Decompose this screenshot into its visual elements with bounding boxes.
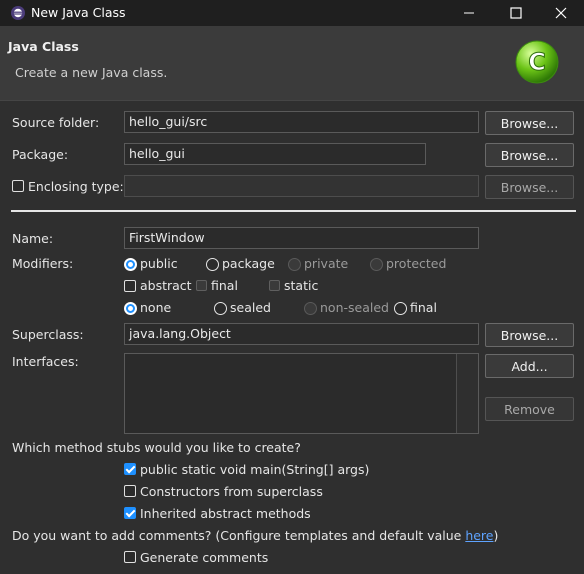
package-label: Package: <box>12 147 69 162</box>
modifier-final-label: final <box>211 278 238 293</box>
modifier-public-label: public <box>140 256 178 271</box>
configure-templates-link[interactable]: here <box>465 528 493 543</box>
modifier-package-label: package <box>222 256 275 271</box>
source-folder-field[interactable]: hello_gui/src <box>124 111 479 133</box>
interfaces-list[interactable] <box>124 353 479 434</box>
section-divider <box>11 210 576 212</box>
modifier-public-radio[interactable] <box>124 258 137 271</box>
enclosing-type-label: Enclosing type: <box>28 179 124 194</box>
modifier-protected-radio[interactable] <box>370 258 383 271</box>
close-icon <box>555 7 567 19</box>
sealing-none-radio[interactable] <box>124 302 137 315</box>
main-method-checkbox[interactable] <box>124 463 136 475</box>
maximize-button[interactable] <box>493 0 539 26</box>
modifier-protected-label: protected <box>386 256 447 271</box>
interfaces-label: Interfaces: <box>12 354 79 369</box>
modifier-package-radio[interactable] <box>206 258 219 271</box>
modifier-abstract-checkbox[interactable] <box>124 280 136 292</box>
comments-question-text: Do you want to add comments? (Configure … <box>12 528 466 543</box>
inherited-methods-checkbox[interactable] <box>124 507 136 519</box>
comments-question: Do you want to add comments? (Configure … <box>12 528 498 543</box>
browse-label: Browse... <box>500 115 559 131</box>
eclipse-app-icon <box>11 6 25 20</box>
minimize-icon <box>464 12 474 14</box>
sealing-non-sealed-radio[interactable] <box>304 302 317 315</box>
enclosing-type-field[interactable] <box>124 175 479 197</box>
generate-comments-label: Generate comments <box>140 550 269 565</box>
sealing-none-label: none <box>140 300 172 315</box>
add-label: Add... <box>511 358 548 374</box>
add-interface-button[interactable]: Add... <box>485 354 574 378</box>
source-folder-label: Source folder: <box>12 115 100 130</box>
browse-label: Browse... <box>500 147 559 163</box>
inherited-methods-label: Inherited abstract methods <box>140 506 311 521</box>
modifier-abstract-label: abstract <box>140 278 192 293</box>
wizard-description: Create a new Java class. <box>15 65 168 80</box>
superclass-browse-button[interactable]: Browse... <box>485 323 574 347</box>
sealing-final-radio[interactable] <box>394 302 407 315</box>
source-folder-browse-button[interactable]: Browse... <box>485 111 574 135</box>
name-field[interactable]: FirstWindow <box>124 227 479 249</box>
modifier-static-checkbox[interactable] <box>269 280 280 291</box>
constructors-checkbox[interactable] <box>124 485 136 497</box>
modifier-final-checkbox[interactable] <box>196 280 207 291</box>
constructors-label: Constructors from superclass <box>140 484 323 499</box>
comments-question-suffix: ) <box>493 528 499 543</box>
title-bar: New Java Class <box>0 0 584 26</box>
modifier-private-radio[interactable] <box>288 258 301 271</box>
remove-interface-button[interactable]: Remove <box>485 397 574 421</box>
sealing-final-label: final <box>410 300 437 315</box>
wizard-header: Java Class Create a new Java class. C <box>0 26 584 101</box>
package-browse-button[interactable]: Browse... <box>485 143 574 167</box>
enclosing-type-checkbox[interactable] <box>12 180 24 192</box>
window-title: New Java Class <box>31 5 126 20</box>
header-separator <box>0 100 584 101</box>
close-button[interactable] <box>538 0 584 26</box>
java-class-badge-icon: C <box>515 40 559 84</box>
sealing-sealed-label: sealed <box>230 300 271 315</box>
modifier-private-label: private <box>304 256 349 271</box>
method-stubs-question: Which method stubs would you like to cre… <box>12 440 301 455</box>
main-method-label: public static void main(String[] args) <box>140 462 370 477</box>
superclass-field[interactable]: java.lang.Object <box>124 323 479 345</box>
sealing-sealed-radio[interactable] <box>214 302 227 315</box>
modifier-static-label: static <box>284 278 319 293</box>
minimize-button[interactable] <box>446 0 492 26</box>
maximize-icon <box>510 7 522 19</box>
superclass-label: Superclass: <box>12 327 84 342</box>
interfaces-list-scrollbar[interactable] <box>456 354 478 433</box>
browse-label: Browse... <box>500 179 559 195</box>
generate-comments-checkbox[interactable] <box>124 551 136 563</box>
remove-label: Remove <box>504 401 555 417</box>
modifiers-label: Modifiers: <box>12 256 74 271</box>
package-field[interactable]: hello_gui <box>124 143 426 165</box>
browse-label: Browse... <box>500 327 559 343</box>
enclosing-type-browse-button[interactable]: Browse... <box>485 175 574 199</box>
name-label: Name: <box>12 231 54 246</box>
badge-letter: C <box>528 48 546 76</box>
sealing-non-sealed-label: non-sealed <box>320 300 389 315</box>
wizard-title: Java Class <box>8 39 79 54</box>
